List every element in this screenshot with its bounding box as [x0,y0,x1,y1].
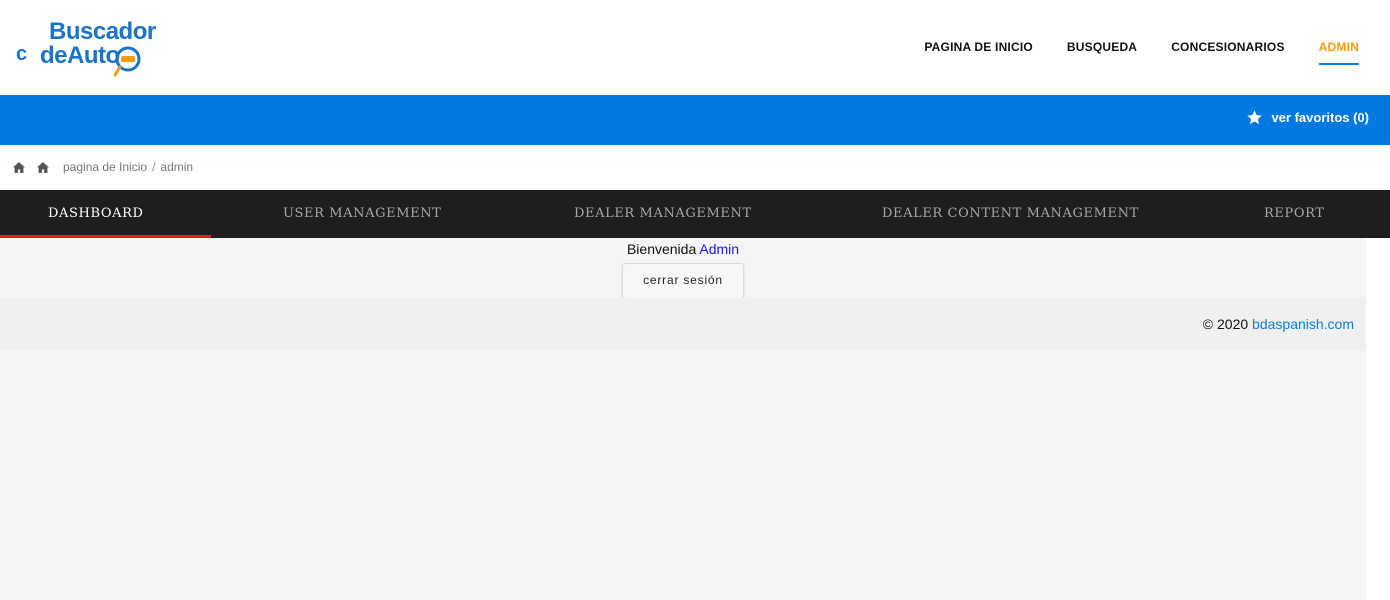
footer: © 2020 bdaspanish.com [0,298,1366,350]
logo-prefix: c [16,43,28,65]
nav-concesionarios[interactable]: CONCESIONARIOS [1171,40,1284,65]
site-logo[interactable]: Buscador deAuto [40,18,165,78]
admin-tab-bar: DASHBOARD USER MANAGEMENT DEALER MANAGEM… [0,190,1390,238]
footer-site-link[interactable]: bdaspanish.com [1252,316,1354,332]
welcome-user-name: Admin [699,241,740,257]
top-navigation: PAGINA DE INICIO BUSQUEDA CONCESIONARIOS… [890,40,1359,65]
welcome-greeting: Bienvenida [626,241,697,257]
breadcrumb-home-link[interactable]: pagina de Inicio [63,160,147,174]
tab-user-management[interactable]: USER MANAGEMENT [283,190,441,238]
tab-dealer-content-management[interactable]: DEALER CONTENT MANAGEMENT [882,190,1139,238]
copyright: © 2020 bdaspanish.com [1203,316,1354,332]
breadcrumb-current: admin [160,160,194,174]
nav-busqueda[interactable]: BUSQUEDA [1067,40,1137,65]
favorites-link[interactable]: ver favoritos (0) [1246,109,1369,126]
home-icon[interactable] [37,162,49,173]
home-icon[interactable] [13,162,25,173]
empty-content-area [0,350,1366,600]
star-icon [1247,110,1263,125]
tab-dashboard[interactable]: DASHBOARD [48,190,144,238]
site-header: c Buscador deAuto PAGINA DE INICIO BUSQU… [0,0,1390,95]
tab-report[interactable]: REPORT [1264,190,1325,238]
favorites-label: ver favoritos (0) [1271,110,1369,125]
logout-button[interactable]: cerrar sesión [622,263,744,299]
nav-admin[interactable]: ADMIN [1318,40,1359,65]
welcome-message: Bienvenida Admin [0,241,1366,257]
page-edge [1366,238,1390,600]
breadcrumb: pagina de Inicio / admin [0,145,1390,190]
nav-pagina-de-inicio[interactable]: PAGINA DE INICIO [924,40,1033,65]
breadcrumb-separator: / [152,160,156,174]
welcome-panel: Bienvenida Admin cerrar sesión [0,238,1366,299]
tab-dealer-management[interactable]: DEALER MANAGEMENT [574,190,752,238]
logo-line2: deAuto [40,42,120,69]
magnifier-car-icon [114,46,141,77]
favorites-bar: ver favoritos (0) [0,95,1390,145]
copyright-text: © 2020 [1202,316,1249,332]
